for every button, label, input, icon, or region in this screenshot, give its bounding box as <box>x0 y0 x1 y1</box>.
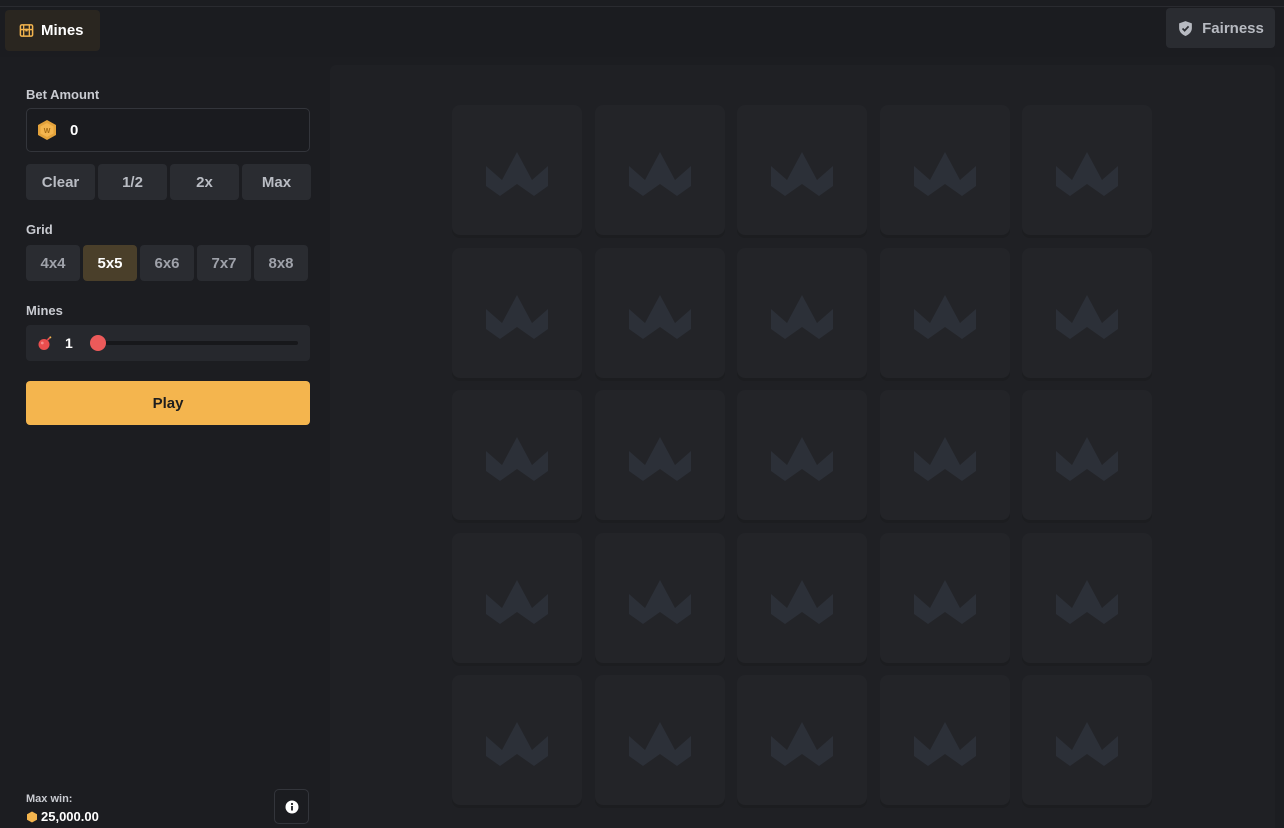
mine-tile[interactable] <box>1022 248 1152 378</box>
grid-size-options: 4x4 5x5 6x6 7x7 8x8 <box>26 245 308 281</box>
shield-check-icon <box>1177 20 1194 37</box>
mine-tile[interactable] <box>595 533 725 663</box>
crown-logo-icon <box>486 437 548 481</box>
mine-tile[interactable] <box>452 105 582 235</box>
crown-logo-icon <box>1056 152 1118 196</box>
grid-label: Grid <box>26 222 53 237</box>
max-win: 25,000.00 <box>26 809 99 824</box>
slider-handle[interactable] <box>90 335 106 351</box>
crown-logo-icon <box>771 437 833 481</box>
bomb-icon <box>37 335 53 351</box>
play-button[interactable]: Play <box>26 381 310 425</box>
mine-tile[interactable] <box>595 248 725 378</box>
mine-tile[interactable] <box>737 248 867 378</box>
header: Mines Fairness <box>0 7 1284 57</box>
bet-amount-label: Bet Amount <box>26 87 100 102</box>
crown-logo-icon <box>486 722 548 766</box>
grid-option-6x6[interactable]: 6x6 <box>140 245 194 281</box>
crown-logo-icon <box>629 580 691 624</box>
crown-logo-icon <box>629 295 691 339</box>
slider-track[interactable] <box>90 341 298 345</box>
crown-logo-icon <box>629 437 691 481</box>
mine-tile[interactable] <box>737 105 867 235</box>
max-button[interactable]: Max <box>242 164 311 200</box>
mines-control: 1 <box>26 325 310 361</box>
mines-label: Mines <box>26 303 63 318</box>
double-button[interactable]: 2x <box>170 164 239 200</box>
crown-logo-icon <box>629 152 691 196</box>
mine-tile[interactable] <box>595 105 725 235</box>
quick-bet-buttons: Clear 1/2 2x Max <box>26 164 311 200</box>
crown-logo-icon <box>1056 295 1118 339</box>
bet-amount-value: 0 <box>70 121 79 139</box>
game-tab-mines[interactable]: Mines <box>5 10 100 51</box>
crown-logo-icon <box>1056 580 1118 624</box>
mine-tile[interactable] <box>880 248 1010 378</box>
coin-icon: W <box>36 119 58 141</box>
crown-logo-icon <box>914 295 976 339</box>
crown-logo-icon <box>486 580 548 624</box>
mine-tile[interactable] <box>452 675 582 805</box>
mines-slider[interactable] <box>90 335 298 351</box>
mines-board <box>330 65 1275 828</box>
crown-logo-icon <box>771 152 833 196</box>
crown-logo-icon <box>1056 437 1118 481</box>
mines-count: 1 <box>65 335 73 351</box>
mines-game-app: Mines Fairness Bet Amount W 0 Clear 1/2 … <box>0 0 1284 828</box>
grid-option-4x4[interactable]: 4x4 <box>26 245 80 281</box>
mine-tile[interactable] <box>737 533 867 663</box>
mine-tile[interactable] <box>880 533 1010 663</box>
mine-tile[interactable] <box>1022 675 1152 805</box>
crown-logo-icon <box>486 295 548 339</box>
crown-logo-icon <box>771 580 833 624</box>
max-win-value: 25,000.00 <box>41 809 99 824</box>
mine-tile[interactable] <box>595 675 725 805</box>
fairness-label: Fairness <box>1202 19 1264 37</box>
mine-tile[interactable] <box>452 248 582 378</box>
half-button[interactable]: 1/2 <box>98 164 167 200</box>
mine-tile[interactable] <box>880 675 1010 805</box>
crown-logo-icon <box>1056 722 1118 766</box>
mine-tile[interactable] <box>452 390 582 520</box>
mine-tile[interactable] <box>1022 105 1152 235</box>
crown-logo-icon <box>486 152 548 196</box>
crown-logo-icon <box>914 580 976 624</box>
info-icon <box>285 800 299 814</box>
mine-tile[interactable] <box>1022 390 1152 520</box>
bet-amount-input[interactable]: W 0 <box>26 108 310 152</box>
mine-tile[interactable] <box>737 390 867 520</box>
mine-tile[interactable] <box>880 390 1010 520</box>
coin-icon <box>26 811 38 823</box>
clear-button[interactable]: Clear <box>26 164 95 200</box>
treasure-chest-icon <box>19 23 34 38</box>
mine-tile[interactable] <box>452 533 582 663</box>
crown-logo-icon <box>771 295 833 339</box>
grid-option-5x5[interactable]: 5x5 <box>83 245 137 281</box>
crown-logo-icon <box>914 152 976 196</box>
max-win-label: Max win: <box>26 793 73 805</box>
mine-tile[interactable] <box>1022 533 1152 663</box>
grid-option-8x8[interactable]: 8x8 <box>254 245 308 281</box>
svg-text:W: W <box>44 128 51 135</box>
crown-logo-icon <box>771 722 833 766</box>
mine-tile[interactable] <box>880 105 1010 235</box>
crown-logo-icon <box>914 722 976 766</box>
crown-logo-icon <box>914 437 976 481</box>
bet-panel: Bet Amount W 0 Clear 1/2 2x Max Grid 4x4… <box>0 60 325 828</box>
info-button[interactable] <box>274 789 309 824</box>
grid-option-7x7[interactable]: 7x7 <box>197 245 251 281</box>
crown-logo-icon <box>629 722 691 766</box>
game-title: Mines <box>41 22 84 39</box>
fairness-button[interactable]: Fairness <box>1166 8 1275 48</box>
mine-tile[interactable] <box>595 390 725 520</box>
mine-tile[interactable] <box>737 675 867 805</box>
